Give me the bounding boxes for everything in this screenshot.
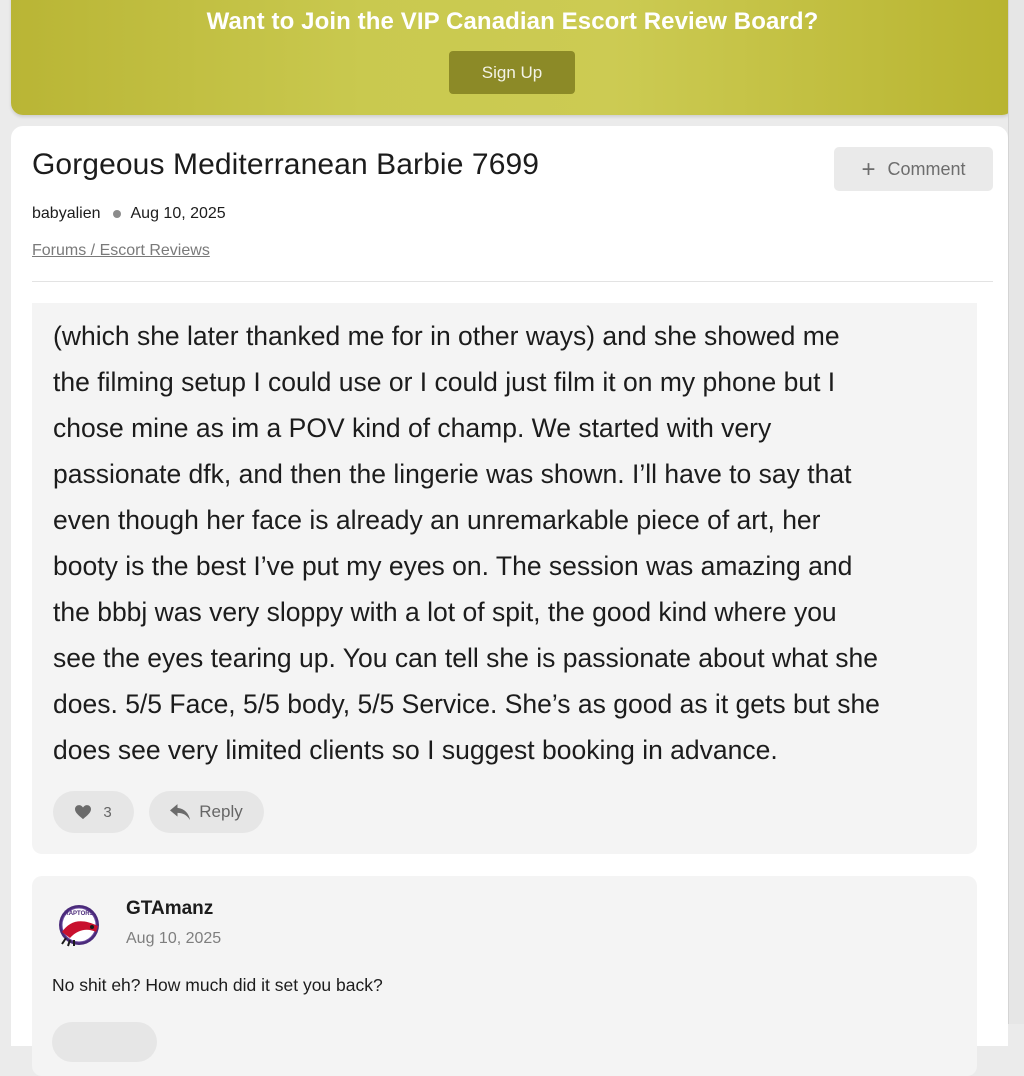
thread-meta: babyalien Aug 10, 2025 bbox=[32, 205, 226, 223]
author-name[interactable]: babyalien bbox=[32, 205, 101, 223]
header-divider bbox=[32, 281, 993, 282]
sign-up-button[interactable]: Sign Up bbox=[449, 51, 575, 94]
reply-card: RAPTORS GTAmanz Aug 10, 2025 No shit eh?… bbox=[32, 876, 977, 1076]
like-button[interactable]: 3 bbox=[53, 791, 134, 833]
plus-icon: + bbox=[861, 156, 876, 183]
thread-card: Gorgeous Mediterranean Barbie 7699 + Comm… bbox=[11, 126, 1008, 1076]
post-text-line: chose mine as im a POV kind of champ. We… bbox=[53, 413, 772, 443]
post-date: Aug 10, 2025 bbox=[130, 205, 226, 222]
post-text-line: the bbbj was very sloppy with a lot of s… bbox=[53, 597, 837, 627]
post-text: (which she later thanked me for in other… bbox=[53, 313, 968, 773]
post-text-line: (which she later thanked me for in other… bbox=[53, 321, 840, 351]
breadcrumb[interactable]: Forums / Escort Reviews bbox=[32, 242, 210, 260]
separator-dot-icon bbox=[112, 210, 121, 218]
reply-date: Aug 10, 2025 bbox=[126, 930, 222, 947]
comment-button[interactable]: + Comment bbox=[834, 147, 993, 191]
reply-text: No shit eh? How much did it set you back… bbox=[52, 975, 383, 995]
thread-title: Gorgeous Mediterranean Barbie 7699 bbox=[32, 148, 540, 181]
reply-arrow-icon bbox=[170, 803, 191, 820]
post-text-line: even though her face is already an unrem… bbox=[53, 505, 821, 535]
heart-icon bbox=[75, 804, 92, 819]
scrollbar[interactable] bbox=[1008, 0, 1024, 1024]
raptors-logo-avatar[interactable]: RAPTORS bbox=[52, 898, 106, 952]
like-count: 3 bbox=[103, 803, 112, 821]
avatar-text: RAPTORS bbox=[64, 911, 93, 917]
post-text-line: passionate dfk, and then the lingerie wa… bbox=[53, 459, 852, 489]
reply-username[interactable]: GTAmanz bbox=[126, 898, 213, 920]
post-text-line: does. 5/5 Face, 5/5 body, 5/5 Service. S… bbox=[53, 689, 880, 719]
vip-banner: Want to Join the VIP Canadian Escort Rev… bbox=[11, 0, 1014, 115]
reply-like-button[interactable] bbox=[52, 1022, 157, 1062]
reply-button-label: Reply bbox=[199, 802, 243, 821]
post-text-line: see the eyes tearing up. You can tell sh… bbox=[53, 643, 879, 673]
post-body: (which she later thanked me for in other… bbox=[32, 303, 977, 854]
post-text-line: the filming setup I could use or I could… bbox=[53, 367, 836, 397]
post-text-line: booty is the best I’ve put my eyes on. T… bbox=[53, 551, 853, 581]
banner-title: Want to Join the VIP Canadian Escort Rev… bbox=[206, 8, 819, 35]
reply-button[interactable]: Reply bbox=[149, 791, 264, 833]
comment-button-label: Comment bbox=[887, 159, 966, 179]
post-text-line: does see very limited clients so I sugge… bbox=[53, 735, 778, 765]
